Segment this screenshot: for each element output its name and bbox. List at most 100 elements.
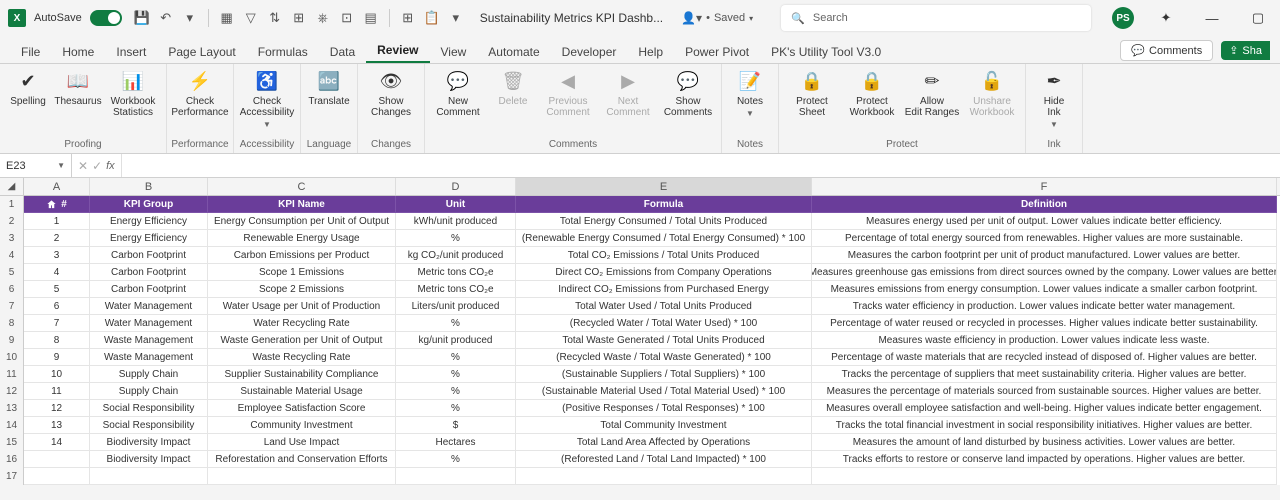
border-icon[interactable]: ▦ bbox=[219, 10, 235, 26]
data-cell[interactable]: 2 bbox=[24, 230, 90, 247]
data-cell[interactable]: Land Use Impact bbox=[208, 434, 396, 451]
row-header[interactable]: 13 bbox=[0, 400, 24, 417]
qat-dropdown-icon[interactable]: ▾ bbox=[448, 10, 464, 26]
data-cell[interactable]: % bbox=[396, 230, 516, 247]
freeze-icon[interactable]: ⊞ bbox=[291, 10, 307, 26]
row-header[interactable]: 1 bbox=[0, 196, 24, 213]
tab-view[interactable]: View bbox=[430, 41, 478, 63]
data-cell[interactable]: (Sustainable Suppliers / Total Suppliers… bbox=[516, 366, 812, 383]
row-header[interactable]: 12 bbox=[0, 383, 24, 400]
spelling-button[interactable]: ✔Spelling bbox=[4, 68, 52, 109]
data-cell[interactable]: Tracks the total financial investment in… bbox=[812, 417, 1277, 434]
new-comment-button[interactable]: 💬NewComment bbox=[429, 68, 487, 120]
data-cell[interactable]: Supply Chain bbox=[90, 366, 208, 383]
allow-edit-ranges-button[interactable]: ✏AllowEdit Ranges bbox=[903, 68, 961, 120]
data-cell[interactable]: Water Usage per Unit of Production bbox=[208, 298, 396, 315]
data-cell[interactable]: Direct CO₂ Emissions from Company Operat… bbox=[516, 264, 812, 281]
filter-icon[interactable]: ▽ bbox=[243, 10, 259, 26]
row-header[interactable]: 10 bbox=[0, 349, 24, 366]
cancel-icon[interactable]: ✕ bbox=[78, 159, 88, 173]
data-cell[interactable]: Liters/unit produced bbox=[396, 298, 516, 315]
row-header[interactable]: 15 bbox=[0, 434, 24, 451]
col-header-e[interactable]: E bbox=[516, 178, 812, 195]
data-cell[interactable]: Total Land Area Affected by Operations bbox=[516, 434, 812, 451]
data-cell[interactable]: Measures energy used per unit of output.… bbox=[812, 213, 1277, 230]
data-cell[interactable]: Total CO₂ Emissions / Total Units Produc… bbox=[516, 247, 812, 264]
row-header[interactable]: 17 bbox=[0, 468, 24, 485]
data-cell[interactable] bbox=[516, 468, 812, 485]
data-cell[interactable]: Biodiversity Impact bbox=[90, 451, 208, 468]
row-header[interactable]: 11 bbox=[0, 366, 24, 383]
header-cell[interactable]: Unit bbox=[396, 196, 516, 213]
data-cell[interactable]: Measures overall employee satisfaction a… bbox=[812, 400, 1277, 417]
row-header[interactable]: 16 bbox=[0, 451, 24, 468]
tab-formulas[interactable]: Formulas bbox=[247, 41, 319, 63]
data-cell[interactable] bbox=[396, 468, 516, 485]
sort-asc-icon[interactable]: ⇅ bbox=[267, 10, 283, 26]
home-icon[interactable]: # bbox=[24, 196, 90, 213]
data-cell[interactable]: kg CO₂/unit produced bbox=[396, 247, 516, 264]
row-header[interactable]: 2 bbox=[0, 213, 24, 230]
data-cell[interactable]: 3 bbox=[24, 247, 90, 264]
redo-dropdown-icon[interactable]: ▾ bbox=[182, 10, 198, 26]
search-input[interactable]: 🔍 Search bbox=[781, 5, 1091, 31]
data-cell[interactable] bbox=[24, 468, 90, 485]
data-cell[interactable]: Waste Recycling Rate bbox=[208, 349, 396, 366]
data-cell[interactable]: 10 bbox=[24, 366, 90, 383]
tab-help[interactable]: Help bbox=[627, 41, 674, 63]
data-cell[interactable]: 1 bbox=[24, 213, 90, 230]
col-header-f[interactable]: F bbox=[812, 178, 1277, 195]
col-header-a[interactable]: A bbox=[24, 178, 90, 195]
row-header[interactable]: 5 bbox=[0, 264, 24, 281]
data-cell[interactable]: Tracks efforts to restore or conserve la… bbox=[812, 451, 1277, 468]
data-cell[interactable]: 9 bbox=[24, 349, 90, 366]
row-header[interactable]: 8 bbox=[0, 315, 24, 332]
data-cell[interactable]: Total Energy Consumed / Total Units Prod… bbox=[516, 213, 812, 230]
data-cell[interactable]: Carbon Footprint bbox=[90, 247, 208, 264]
data-cell[interactable]: kWh/unit produced bbox=[396, 213, 516, 230]
tab-file[interactable]: File bbox=[10, 41, 51, 63]
header-cell[interactable]: Formula bbox=[516, 196, 812, 213]
data-cell[interactable]: Carbon Emissions per Product bbox=[208, 247, 396, 264]
data-cell[interactable]: Indirect CO₂ Emissions from Purchased En… bbox=[516, 281, 812, 298]
minimize-button[interactable]: — bbox=[1198, 4, 1226, 32]
col-header-b[interactable]: B bbox=[90, 178, 208, 195]
data-cell[interactable]: Waste Generation per Unit of Output bbox=[208, 332, 396, 349]
data-cell[interactable]: Percentage of water reused or recycled i… bbox=[812, 315, 1277, 332]
data-cell[interactable]: 12 bbox=[24, 400, 90, 417]
data-cell[interactable]: Water Recycling Rate bbox=[208, 315, 396, 332]
col-header-c[interactable]: C bbox=[208, 178, 396, 195]
data-cell[interactable]: kg/unit produced bbox=[396, 332, 516, 349]
tab-review[interactable]: Review bbox=[366, 39, 429, 63]
data-cell[interactable]: Water Management bbox=[90, 315, 208, 332]
data-cell[interactable]: $ bbox=[396, 417, 516, 434]
data-cell[interactable]: Community Investment bbox=[208, 417, 396, 434]
tab-pk-s-utility-tool-v3-0[interactable]: PK's Utility Tool V3.0 bbox=[760, 41, 892, 63]
row-header[interactable]: 3 bbox=[0, 230, 24, 247]
data-cell[interactable]: Employee Satisfaction Score bbox=[208, 400, 396, 417]
data-cell[interactable] bbox=[90, 468, 208, 485]
merge-icon[interactable]: ⎈ bbox=[315, 10, 331, 26]
tab-insert[interactable]: Insert bbox=[105, 41, 157, 63]
comments-button[interactable]: 💬 Comments bbox=[1120, 40, 1213, 61]
check-performance-button[interactable]: ⚡CheckPerformance bbox=[171, 68, 229, 120]
data-cell[interactable]: 8 bbox=[24, 332, 90, 349]
data-cell[interactable]: Total Waste Generated / Total Units Prod… bbox=[516, 332, 812, 349]
header-cell[interactable]: Definition bbox=[812, 196, 1277, 213]
row-header[interactable]: 9 bbox=[0, 332, 24, 349]
row-header[interactable]: 4 bbox=[0, 247, 24, 264]
data-cell[interactable]: Tracks the percentage of suppliers that … bbox=[812, 366, 1277, 383]
data-cell[interactable]: Tracks water efficiency in production. L… bbox=[812, 298, 1277, 315]
data-cell[interactable]: 4 bbox=[24, 264, 90, 281]
data-cell[interactable]: 14 bbox=[24, 434, 90, 451]
data-cell[interactable]: Measures the percentage of materials sou… bbox=[812, 383, 1277, 400]
tab-page-layout[interactable]: Page Layout bbox=[157, 41, 246, 63]
restore-button[interactable]: ▢ bbox=[1244, 4, 1272, 32]
protect-workbook-button[interactable]: 🔒ProtectWorkbook bbox=[843, 68, 901, 120]
data-cell[interactable]: (Sustainable Material Used / Total Mater… bbox=[516, 383, 812, 400]
data-cell[interactable]: Biodiversity Impact bbox=[90, 434, 208, 451]
tab-home[interactable]: Home bbox=[51, 41, 105, 63]
data-cell[interactable] bbox=[812, 468, 1277, 485]
data-cell[interactable]: Renewable Energy Usage bbox=[208, 230, 396, 247]
data-cell[interactable]: Energy Efficiency bbox=[90, 213, 208, 230]
